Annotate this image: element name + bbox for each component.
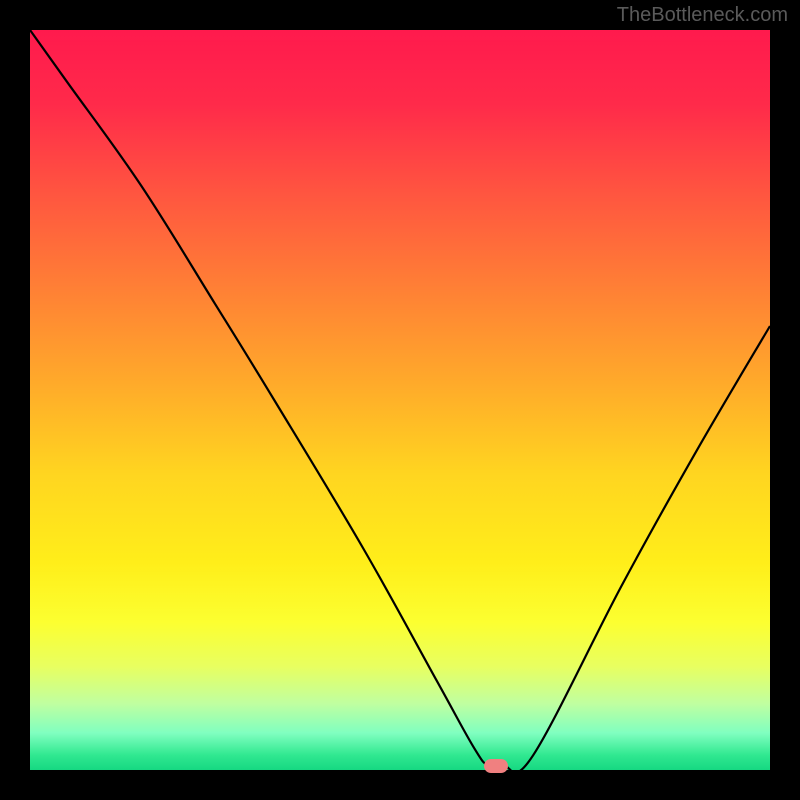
bottleneck-curve-path: [30, 30, 770, 770]
optimal-point-marker: [484, 759, 508, 773]
watermark-text: TheBottleneck.com: [617, 4, 788, 27]
chart-curve-svg: [30, 30, 770, 770]
chart-plot-area: [30, 30, 770, 770]
